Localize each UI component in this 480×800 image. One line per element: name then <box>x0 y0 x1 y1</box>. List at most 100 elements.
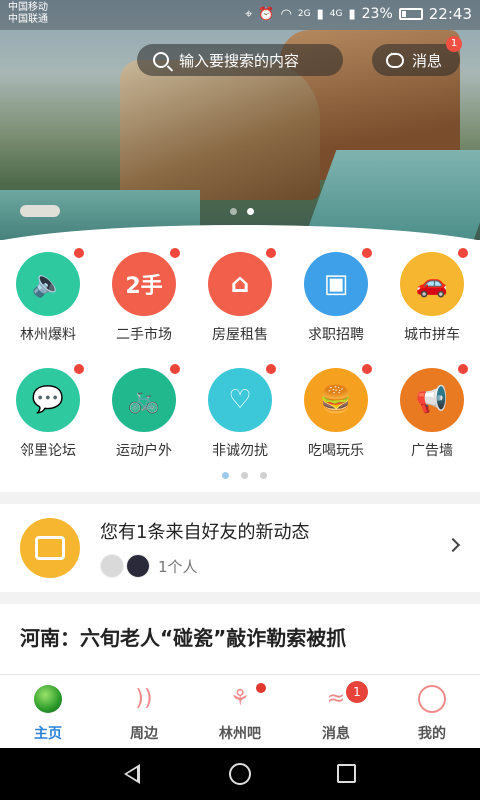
category-label: 二手市场 <box>116 327 172 343</box>
banner-pagination <box>230 208 254 215</box>
friend-update-card[interactable]: 您有1条来自好友的新动态 1个人 <box>0 504 480 592</box>
grid-dot[interactable] <box>241 472 248 479</box>
carrier-1: 中国移动 <box>8 2 48 13</box>
avatar <box>126 554 150 578</box>
category-label: 吃喝玩乐 <box>308 443 364 459</box>
category-notification-dot <box>362 248 372 258</box>
back-icon[interactable] <box>124 764 140 784</box>
category-notification-dot <box>458 364 468 374</box>
message-badge: 1 <box>446 36 462 52</box>
search-placeholder: 输入要搜索的内容 <box>179 51 300 70</box>
category-notification-dot <box>74 364 84 374</box>
category-item[interactable]: 💬 邻里论坛 <box>0 356 96 466</box>
category-item[interactable]: ▣ 求职招聘 <box>288 240 384 350</box>
tab-linzhou-bar[interactable]: ⚘ 林州吧 <box>192 675 288 749</box>
grid-dot[interactable] <box>260 472 267 479</box>
category-notification-dot <box>266 364 276 374</box>
house-icon: ⌂ <box>208 252 272 316</box>
category-item[interactable]: 📢 广告墙 <box>384 356 480 466</box>
category-label: 运动户外 <box>116 443 172 459</box>
avatar <box>100 554 124 578</box>
grid-pagination <box>222 472 267 479</box>
category-label: 房屋租售 <box>212 327 268 343</box>
battery-icon <box>398 8 423 20</box>
tab-home[interactable]: 主页 <box>0 675 96 749</box>
category-item[interactable]: 2手二手市场 <box>96 240 192 350</box>
tab-message-badge: 1 <box>346 681 368 703</box>
friend-count: 1个人 <box>158 558 198 576</box>
category-label: 邻里论坛 <box>20 443 76 459</box>
tab-label: 我的 <box>418 726 446 742</box>
category-label: 广告墙 <box>411 443 453 459</box>
signal-icon-2: ▮ <box>348 6 356 22</box>
banner-dot[interactable] <box>230 208 237 215</box>
friends-icon <box>20 518 80 578</box>
category-item[interactable]: 🍔 吃喝玩乐 <box>288 356 384 466</box>
status-bar: 中国移动 中国联通 ⌖ ⏰ ◠ 2G ▮ 4G ▮ 23% 22:43 <box>0 0 480 30</box>
category-item[interactable]: ♡ 非诚勿扰 <box>192 356 288 466</box>
battery-fill <box>401 11 406 17</box>
wifi-icon: ◠ <box>280 6 292 22</box>
category-notification-dot <box>170 248 180 258</box>
megaphone-speaker-icon: 🔈 <box>16 252 80 316</box>
friend-avatars <box>100 554 150 578</box>
car-icon: 🚗 <box>400 252 464 316</box>
category-label: 城市拼车 <box>404 327 460 343</box>
news-item[interactable]: 河南：六旬老人“碰瓷”敲诈勒索被抓 <box>0 604 480 674</box>
category-item[interactable]: 🚗 城市拼车 <box>384 240 480 350</box>
tab-label: 林州吧 <box>219 726 261 742</box>
search-icon <box>153 52 169 68</box>
tab-profile[interactable]: 我的 <box>384 675 480 749</box>
nearby-icon: )) <box>135 686 153 711</box>
briefcase-icon: ▣ <box>304 252 368 316</box>
message-button-label: 消息 <box>412 51 443 70</box>
category-item[interactable]: ⌂ 房屋租售 <box>192 240 288 350</box>
banner-boat <box>20 205 60 217</box>
signal-icon: ▮ <box>316 6 324 22</box>
banner-cliff-left <box>120 60 320 200</box>
category-notification-dot <box>458 248 468 258</box>
search-bar[interactable]: 输入要搜索的内容 <box>137 44 343 76</box>
message-bubble-icon <box>386 49 404 68</box>
category-notification-dot <box>170 364 180 374</box>
carrier-info: 中国移动 中国联通 <box>8 2 48 26</box>
globe-icon <box>34 685 62 713</box>
loudspeaker-icon: 📢 <box>400 368 464 432</box>
network-4g-label: 4G <box>329 9 343 19</box>
system-nav-bar <box>0 748 480 800</box>
category-notification-dot <box>74 248 84 258</box>
chat-bubbles-icon: 💬 <box>16 368 80 432</box>
recent-apps-icon[interactable] <box>337 764 356 783</box>
grid-dot-active[interactable] <box>222 472 229 479</box>
tab-nearby[interactable]: )) 周边 <box>96 675 192 749</box>
category-grid: 🔈 林州爆料 2手 二手市场 ⌂ 房屋租售 ▣ 求职招聘 🚗 城市拼车 💬 邻里论坛 🚲 运动户外 ♡ 非诚勿… <box>0 240 480 492</box>
network-2g-label: 2G <box>297 9 311 19</box>
chevron-right-icon <box>445 537 461 553</box>
category-label: 林州爆料 <box>20 327 76 343</box>
second-hand-icon: 2手 <box>112 252 176 316</box>
profile-icon <box>418 685 446 713</box>
tab-label: 周边 <box>130 726 158 742</box>
banner-carousel[interactable] <box>0 0 480 245</box>
cycling-icon: 🚲 <box>112 368 176 432</box>
news-headline: 河南：六旬老人“碰瓷”敲诈勒索被抓 <box>20 626 347 650</box>
food-drink-icon: 🍔 <box>304 368 368 432</box>
alarm-icon: ⏰ <box>258 6 275 22</box>
status-icons: ⌖ ⏰ ◠ 2G ▮ 4G ▮ 23% 22:43 <box>245 5 472 23</box>
clock: 22:43 <box>428 5 472 23</box>
tab-messages[interactable]: ≈ 1 消息 <box>288 675 384 749</box>
location-icon: ⌖ <box>245 6 253 22</box>
tab-label: 主页 <box>34 726 62 742</box>
carrier-2: 中国联通 <box>8 14 48 25</box>
friend-update-title: 您有1条来自好友的新动态 <box>100 522 310 543</box>
category-item[interactable]: 🚲 运动户外 <box>96 356 192 466</box>
home-icon[interactable] <box>229 763 251 785</box>
category-label: 非诚勿扰 <box>212 443 268 459</box>
tab-notification-dot <box>256 683 266 693</box>
hearts-icon: ♡ <box>208 368 272 432</box>
battery-percent: 23% <box>361 6 393 22</box>
category-item[interactable]: 🔈 林州爆料 <box>0 240 96 350</box>
message-button[interactable]: 消息 1 <box>372 36 462 76</box>
tab-label: 消息 <box>322 726 350 742</box>
banner-dot-active[interactable] <box>247 208 254 215</box>
